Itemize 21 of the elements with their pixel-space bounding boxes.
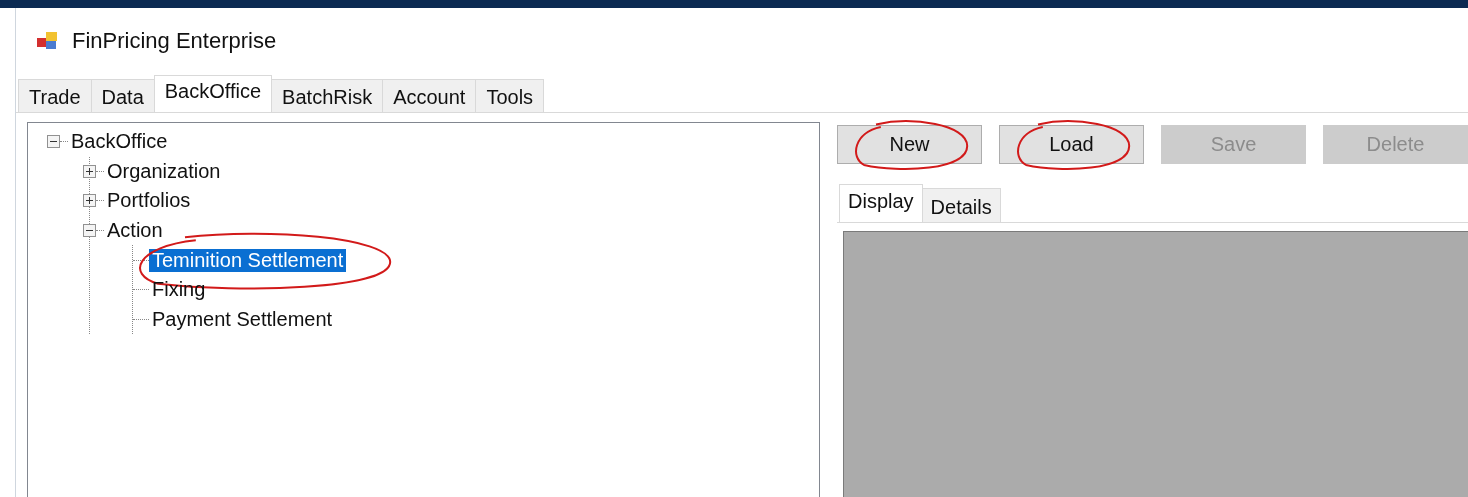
collapse-icon[interactable] (83, 224, 96, 238)
tree-item[interactable]: Organization (104, 159, 224, 183)
tab[interactable]: Trade (18, 79, 92, 112)
window-title: FinPricing Enterprise (72, 28, 277, 54)
toolbar-button[interactable]: New (837, 125, 982, 164)
expand-icon[interactable] (83, 164, 96, 178)
app-icon (36, 31, 58, 51)
tab[interactable]: Display (839, 184, 923, 222)
tab[interactable]: Account (382, 79, 477, 112)
tree-item[interactable]: BackOffice (68, 130, 171, 154)
tab[interactable]: Data (90, 79, 155, 112)
tab[interactable]: Tools (475, 79, 545, 112)
tab[interactable]: Details (921, 188, 1001, 222)
tree-item[interactable]: Payment Settlement (149, 307, 336, 331)
toolbar-button[interactable]: Load (999, 125, 1144, 164)
collapse-icon[interactable] (47, 135, 60, 149)
tree-item[interactable]: Teminition Settlement (149, 248, 347, 272)
tree-item[interactable]: Portfolios (104, 189, 194, 213)
tree-item[interactable]: Action (104, 219, 166, 243)
expand-icon[interactable] (83, 194, 96, 208)
tab[interactable]: BatchRisk (271, 79, 384, 112)
